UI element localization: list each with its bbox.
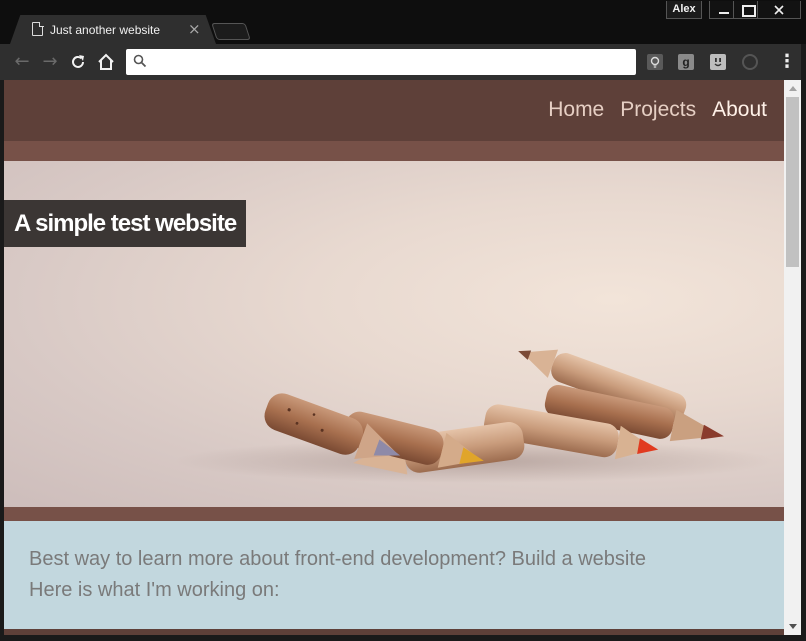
intro-text-line-1: Best way to learn more about front-end d… (29, 548, 647, 570)
page-viewport: Home Projects About A simple test websit… (4, 80, 784, 635)
nav-link-projects[interactable]: Projects (620, 98, 696, 122)
sync-ring-icon[interactable] (742, 54, 758, 70)
socket-icon[interactable] (710, 54, 726, 70)
close-window-button[interactable] (757, 1, 801, 19)
nav-accent-strip (4, 141, 784, 161)
reload-icon[interactable] (68, 52, 88, 72)
menu-icon[interactable]: ⋮ (778, 52, 796, 72)
window-titlebar: Just another website × Alex (0, 0, 806, 44)
scroll-down-icon[interactable] (789, 624, 797, 629)
new-tab-button[interactable] (211, 23, 251, 40)
vertical-scrollbar[interactable] (784, 80, 801, 635)
nav-links: Home Projects About (548, 98, 767, 122)
scrollbar-thumb[interactable] (786, 97, 799, 267)
g-letter-icon[interactable]: g (678, 54, 694, 70)
lightbulb-icon[interactable] (647, 54, 663, 70)
profile-button[interactable]: Alex (666, 1, 702, 19)
hero-section: A simple test website (4, 161, 784, 507)
address-bar[interactable] (126, 49, 636, 75)
window-frame-bottom (0, 635, 806, 641)
browser-toolbar: ← → g ⋮ (0, 44, 806, 80)
close-icon (774, 5, 784, 15)
hero-title: A simple test website (4, 200, 247, 247)
url-input[interactable] (152, 52, 622, 72)
page-icon (32, 21, 44, 36)
nav-link-about[interactable]: About (712, 98, 767, 122)
forward-icon[interactable]: → (40, 52, 60, 72)
window-frame-right (801, 44, 806, 641)
site-navbar: Home Projects About (4, 80, 784, 141)
nav-link-home[interactable]: Home (548, 98, 604, 122)
back-icon[interactable]: ← (12, 52, 32, 72)
home-icon[interactable] (96, 52, 116, 72)
tab-close-icon[interactable]: × (188, 20, 201, 38)
intro-text-line-2: Here is what I'm working on: (29, 579, 280, 601)
search-icon (133, 54, 147, 68)
hero-bottom-strip (4, 507, 784, 521)
scroll-up-icon[interactable] (789, 86, 797, 91)
intro-section: Best way to learn more about front-end d… (4, 521, 784, 635)
tab-title: Just another website (50, 23, 161, 37)
